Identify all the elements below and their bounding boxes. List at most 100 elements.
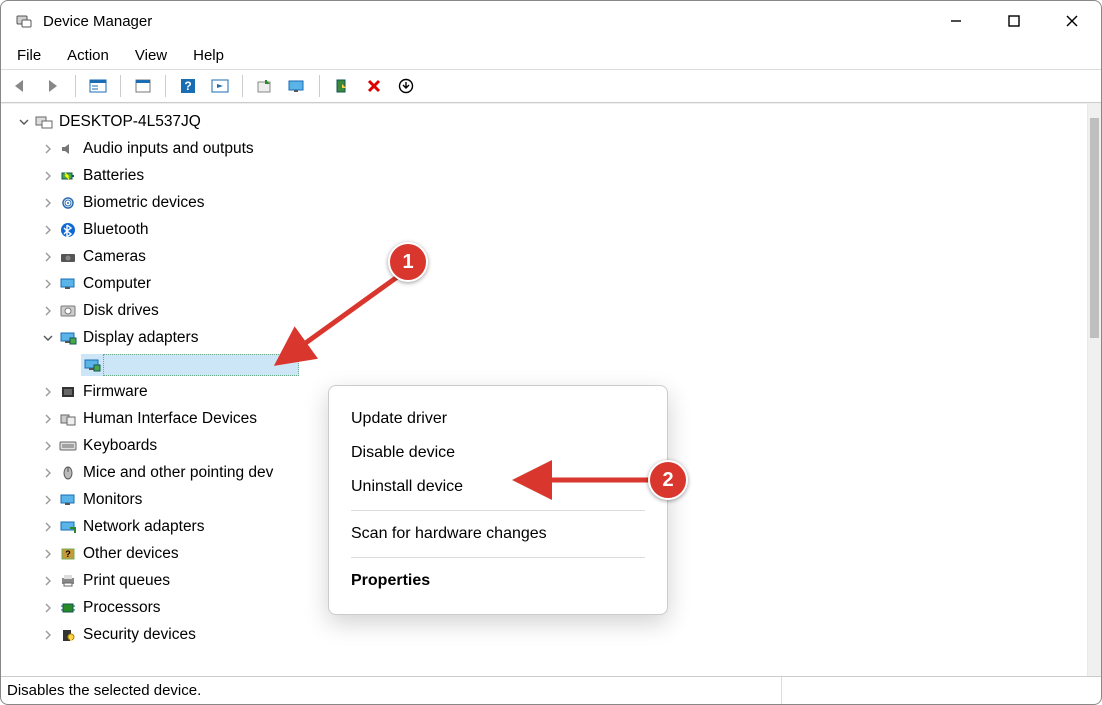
tree-label: DESKTOP-4L537JQ <box>55 113 201 131</box>
chevron-right-icon[interactable] <box>39 252 57 262</box>
context-menu: Update driver Disable device Uninstall d… <box>328 385 668 615</box>
window-controls <box>927 1 1101 41</box>
forward-button[interactable] <box>39 73 67 99</box>
status-text: Disables the selected device. <box>7 682 201 699</box>
svg-text:?: ? <box>65 549 71 559</box>
other-icon: ? <box>57 546 79 562</box>
chevron-right-icon[interactable] <box>39 306 57 316</box>
tree-label: Security devices <box>79 626 196 644</box>
title-bar: Device Manager <box>1 1 1101 41</box>
tree-label: Processors <box>79 599 161 617</box>
tree-label: Computer <box>79 275 151 293</box>
chevron-right-icon[interactable] <box>39 387 57 397</box>
tree-label: Disk drives <box>79 302 159 320</box>
cm-properties[interactable]: Properties <box>329 564 667 598</box>
status-bar: Disables the selected device. <box>1 676 1101 704</box>
tree-item[interactable]: Cameras <box>5 243 1087 270</box>
tree-item[interactable]: Biometric devices <box>5 189 1087 216</box>
chevron-right-icon[interactable] <box>39 198 57 208</box>
tree-label: Firmware <box>79 383 148 401</box>
scan-hardware-button[interactable] <box>283 73 311 99</box>
chevron-right-icon[interactable] <box>39 144 57 154</box>
window-title: Device Manager <box>43 13 152 30</box>
menu-view[interactable]: View <box>133 45 169 66</box>
menu-bar: File Action View Help <box>1 41 1101 69</box>
chevron-right-icon[interactable] <box>39 414 57 424</box>
toolbar: ? <box>1 69 1101 103</box>
chevron-right-icon[interactable] <box>39 468 57 478</box>
vertical-scrollbar[interactable] <box>1087 104 1101 676</box>
hid-icon <box>57 411 79 427</box>
tree-label: Display adapters <box>79 329 198 347</box>
update-driver-button[interactable] <box>251 73 279 99</box>
tree-item[interactable]: Disk drives <box>5 297 1087 324</box>
tree-label: Bluetooth <box>79 221 149 239</box>
battery-icon <box>57 168 79 184</box>
cm-scan-hardware[interactable]: Scan for hardware changes <box>329 517 667 551</box>
enable-device-button[interactable] <box>328 73 356 99</box>
chevron-right-icon[interactable] <box>39 279 57 289</box>
chevron-right-icon[interactable] <box>39 576 57 586</box>
chevron-down-icon[interactable] <box>15 117 33 127</box>
chevron-right-icon[interactable] <box>39 603 57 613</box>
tree-label: Human Interface Devices <box>79 410 257 428</box>
menu-help[interactable]: Help <box>191 45 226 66</box>
close-button[interactable] <box>1043 1 1101 41</box>
security-icon <box>57 627 79 643</box>
tree-item[interactable]: Display adapters <box>5 324 1087 351</box>
tree-item[interactable]: Batteries <box>5 162 1087 189</box>
help-button[interactable]: ? <box>174 73 202 99</box>
tree-label: Other devices <box>79 545 179 563</box>
chevron-right-icon[interactable] <box>39 171 57 181</box>
action-center-button[interactable] <box>206 73 234 99</box>
cm-separator <box>351 557 645 558</box>
chevron-right-icon[interactable] <box>39 495 57 505</box>
menu-action[interactable]: Action <box>65 45 111 66</box>
tree-label: Batteries <box>79 167 144 185</box>
maximize-button[interactable] <box>985 1 1043 41</box>
tree-label: Network adapters <box>79 518 204 536</box>
cm-disable-device[interactable]: Disable device <box>329 436 667 470</box>
properties-button[interactable] <box>129 73 157 99</box>
chevron-right-icon[interactable] <box>39 549 57 559</box>
monitor-icon <box>57 492 79 508</box>
mouse-icon <box>57 465 79 481</box>
display-icon <box>57 330 79 346</box>
status-cell <box>781 677 1101 704</box>
tree-label: Keyboards <box>79 437 157 455</box>
tree-item[interactable]: Bluetooth <box>5 216 1087 243</box>
cm-uninstall-device[interactable]: Uninstall device <box>329 470 667 504</box>
tree-item[interactable]: Security devices <box>5 621 1087 648</box>
fingerprint-icon <box>57 195 79 211</box>
tree-label: Audio inputs and outputs <box>79 140 254 158</box>
tree-item[interactable]: Computer <box>5 270 1087 297</box>
show-hide-console-tree-button[interactable] <box>84 73 112 99</box>
chevron-right-icon[interactable] <box>39 441 57 451</box>
keyboard-icon <box>57 438 79 454</box>
tree-label: Cameras <box>79 248 146 266</box>
tree-label: Mice and other pointing dev <box>79 464 273 482</box>
minimize-button[interactable] <box>927 1 985 41</box>
root-node[interactable]: DESKTOP-4L537JQ <box>5 108 1087 135</box>
menu-file[interactable]: File <box>15 45 43 66</box>
network-icon <box>57 519 79 535</box>
tree-item[interactable] <box>5 351 1087 378</box>
firmware-icon <box>57 384 79 400</box>
disable-device-button[interactable] <box>360 73 388 99</box>
svg-text:?: ? <box>184 79 191 93</box>
camera-icon <box>57 249 79 265</box>
tree-item[interactable]: Audio inputs and outputs <box>5 135 1087 162</box>
uninstall-device-button[interactable] <box>392 73 420 99</box>
chevron-right-icon[interactable] <box>39 225 57 235</box>
tree-label: Print queues <box>79 572 170 590</box>
chevron-down-icon[interactable] <box>39 333 57 343</box>
computer-icon <box>33 114 55 130</box>
tree-label: Monitors <box>79 491 142 509</box>
chevron-right-icon[interactable] <box>39 630 57 640</box>
chevron-right-icon[interactable] <box>39 522 57 532</box>
back-button[interactable] <box>7 73 35 99</box>
computer-icon <box>57 276 79 292</box>
display-icon <box>81 354 103 376</box>
scrollbar-thumb[interactable] <box>1090 118 1099 338</box>
cm-update-driver[interactable]: Update driver <box>329 402 667 436</box>
